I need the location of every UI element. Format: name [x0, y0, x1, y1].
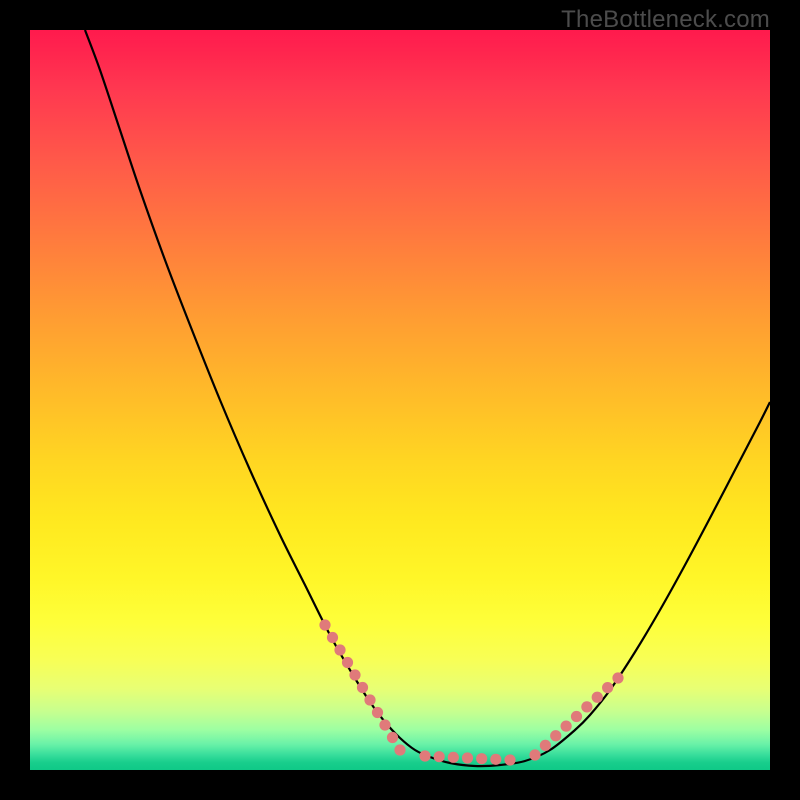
- overlay-dot: [504, 754, 515, 765]
- overlay-dot: [592, 692, 603, 703]
- overlay-dot: [342, 657, 353, 668]
- overlay-dot: [419, 750, 430, 761]
- overlay-dot: [612, 672, 623, 683]
- overlay-dot: [571, 711, 582, 722]
- overlay-dot: [476, 753, 487, 764]
- overlay-dot: [387, 732, 398, 743]
- overlay-dot: [550, 730, 561, 741]
- overlay-dot: [462, 752, 473, 763]
- chart-frame: TheBottleneck.com: [0, 0, 800, 800]
- plot-area: [30, 30, 770, 770]
- overlay-dot: [372, 707, 383, 718]
- overlay-dot: [561, 721, 572, 732]
- overlay-dot: [364, 694, 375, 705]
- overlay-dot: [379, 719, 390, 730]
- overlay-dot: [602, 682, 613, 693]
- curve-svg: [30, 30, 770, 770]
- overlay-dot: [327, 632, 338, 643]
- bottleneck-curve: [85, 30, 770, 766]
- overlay-dot: [529, 749, 540, 760]
- overlay-dot: [349, 669, 360, 680]
- overlay-dot: [448, 752, 459, 763]
- overlay-dot: [357, 682, 368, 693]
- overlay-dot: [319, 619, 330, 630]
- overlay-dot: [581, 701, 592, 712]
- overlay-dot: [434, 751, 445, 762]
- overlay-dot: [490, 754, 501, 765]
- overlay-dot: [334, 644, 345, 655]
- overlay-dot: [540, 740, 551, 751]
- overlay-dot: [394, 744, 405, 755]
